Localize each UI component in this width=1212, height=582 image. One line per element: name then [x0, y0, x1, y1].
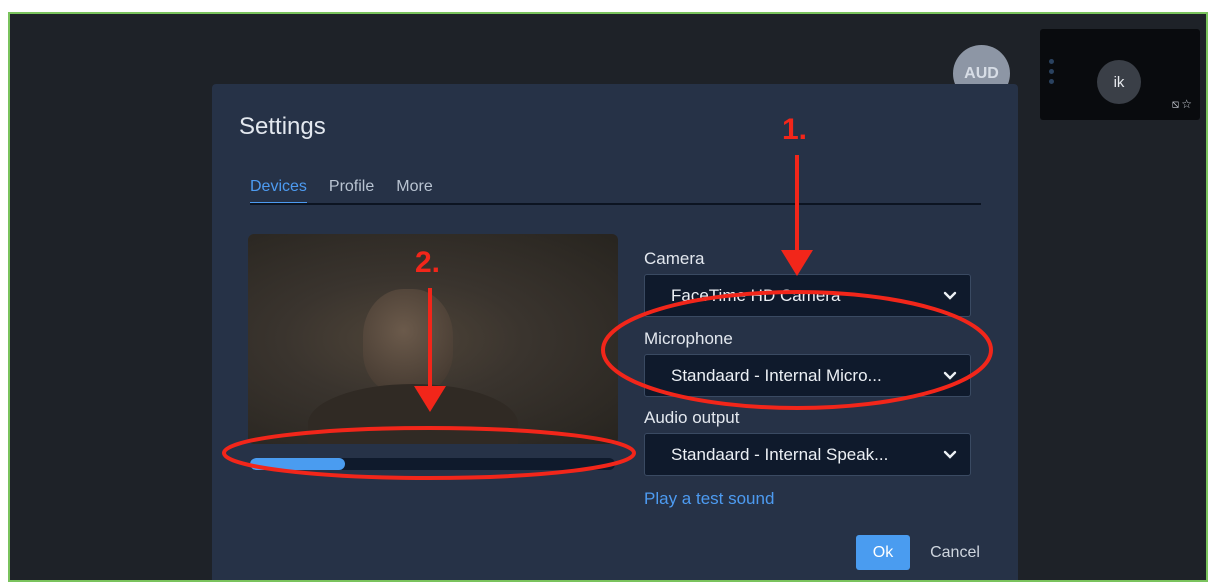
- more-options-icon[interactable]: [1049, 59, 1054, 84]
- camera-label: Camera: [644, 249, 705, 268]
- audio-output-select[interactable]: Standaard - Internal Speak...: [644, 433, 971, 476]
- local-avatar: ik: [1097, 60, 1141, 104]
- chevron-down-icon: [930, 288, 970, 303]
- ok-button[interactable]: Ok: [856, 535, 910, 570]
- microphone-select[interactable]: Standaard - Internal Micro...: [644, 354, 971, 397]
- microphone-select-value: Standaard - Internal Micro...: [671, 365, 882, 385]
- preview-shoulders: [308, 384, 518, 444]
- local-video-thumbnail[interactable]: ik ⧅☆: [1040, 29, 1200, 120]
- settings-dialog: Settings Devices Profile More Camera Fac…: [212, 84, 1018, 580]
- cancel-button[interactable]: Cancel: [922, 535, 988, 570]
- settings-tabs: Devices Profile More: [250, 178, 455, 205]
- tabs-divider: [250, 203, 981, 205]
- camera-select[interactable]: FaceTime HD Camera: [644, 274, 971, 317]
- microphone-level-fill: [250, 458, 345, 470]
- annotation-label-1: 1.: [782, 113, 808, 146]
- microphone-level-meter: [250, 458, 615, 470]
- dialog-title: Settings: [239, 113, 326, 140]
- annotation-label-2: 2.: [415, 246, 441, 279]
- tab-more[interactable]: More: [396, 178, 432, 205]
- tab-devices[interactable]: Devices: [250, 178, 307, 205]
- audio-output-select-value: Standaard - Internal Speak...: [671, 444, 889, 464]
- chevron-down-icon: [930, 368, 970, 383]
- play-test-sound-link[interactable]: Play a test sound: [644, 489, 774, 509]
- audio-output-label: Audio output: [644, 408, 740, 427]
- microphone-label: Microphone: [644, 329, 733, 348]
- preview-face: [363, 289, 453, 394]
- app-frame: AUD ik ⧅☆ Settings Devices Profile More …: [8, 12, 1208, 582]
- chevron-down-icon: [930, 447, 970, 462]
- camera-select-value: FaceTime HD Camera: [671, 285, 841, 305]
- tab-profile[interactable]: Profile: [329, 178, 374, 205]
- video-off-icon: ⧅☆: [1171, 97, 1194, 111]
